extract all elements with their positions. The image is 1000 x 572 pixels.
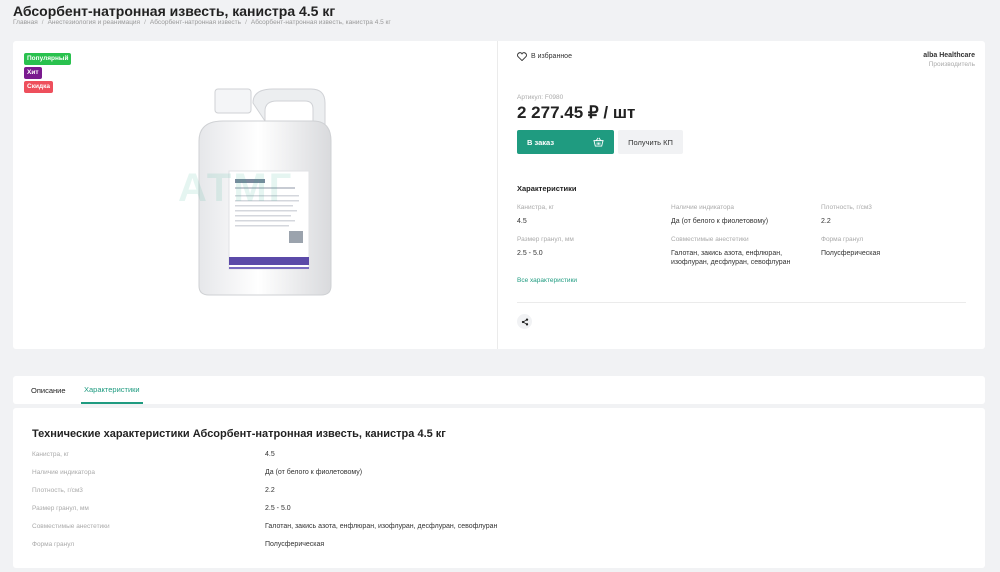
manufacturer-name[interactable]: alba Healthcare: [923, 52, 975, 59]
characteristic-label: Плотность, г/см3: [821, 204, 872, 211]
spec-row: Плотность, г/см3 2.2: [32, 487, 972, 499]
manufacturer-role: Производитель: [928, 61, 975, 68]
breadcrumb-separator: /: [245, 19, 247, 26]
breadcrumb-separator: /: [144, 19, 146, 26]
add-to-order-label: В заказ: [527, 137, 555, 147]
spec-row: Канистра, кг 4.5: [32, 451, 972, 463]
spec-label: Плотность, г/см3: [32, 487, 83, 494]
characteristic-value: Да (от белого к фиолетовому): [671, 218, 769, 225]
spec-value: 4.5: [265, 451, 275, 458]
spec-row: Наличие индикатора Да (от белого к фиоле…: [32, 469, 972, 481]
favorite-label: В избранное: [531, 53, 572, 60]
characteristic-label: Совместимые анестетики: [671, 236, 749, 243]
spec-value: Галотан, закись азота, енфлюран, изофлур…: [265, 523, 498, 530]
product-card: Популярный Хит Скидка АТМГ В избранное a…: [13, 41, 985, 349]
tab-description[interactable]: Описание: [31, 376, 66, 404]
breadcrumb: Главная / Анестезиология и реанимация / Абсо…: [13, 19, 391, 26]
breadcrumb-home[interactable]: Главная: [13, 19, 38, 26]
watermark-logo: АТМГ: [178, 166, 294, 210]
characteristics-title: Характеристики: [517, 184, 577, 193]
share-button[interactable]: [517, 314, 532, 329]
spec-label: Совместимые анестетики: [32, 523, 110, 530]
page-title: Абсорбент-натронная известь, канистра 4.…: [13, 3, 336, 19]
spec-label: Размер гранул, мм: [32, 505, 89, 512]
favorite-button[interactable]: В избранное: [517, 52, 572, 61]
characteristic-item: Совместимые анестетики Галотан, закись а…: [671, 236, 806, 267]
specs-title: Технические характеристики Абсорбент-нат…: [32, 428, 446, 440]
characteristic-item: Канистра, кг 4.5: [517, 204, 667, 226]
characteristic-item: Размер гранул, мм 2.5 - 5.0: [517, 236, 667, 258]
characteristic-label: Размер гранул, мм: [517, 236, 574, 243]
spec-row: Форма гранул Полусферическая: [32, 541, 972, 553]
characteristic-value: 2.2: [821, 218, 831, 225]
characteristic-item: Плотность, г/см3 2.2: [821, 204, 971, 226]
spec-label: Наличие индикатора: [32, 469, 96, 476]
spec-value: 2.5 - 5.0: [265, 505, 291, 512]
characteristic-item: Форма гранул Полусферическая: [821, 236, 971, 258]
tab-characteristics[interactable]: Характеристики: [81, 376, 143, 404]
breadcrumb-category[interactable]: Анестезиология и реанимация: [48, 19, 141, 26]
spec-row: Совместимые анестетики Галотан, закись а…: [32, 523, 972, 535]
price: 2 277.45 ₽ / шт: [517, 103, 636, 122]
spec-label: Канистра, кг: [32, 451, 69, 458]
spec-label: Форма гранул: [32, 541, 75, 548]
technical-specs: Технические характеристики Абсорбент-нат…: [13, 408, 985, 568]
breadcrumb-current: Абсорбент-натронная известь, канистра 4.…: [250, 19, 391, 26]
manufacturer: alba Healthcare Производитель: [923, 52, 975, 68]
badge-sale: Скидка: [24, 81, 53, 93]
tabs-bar: Описание Характеристики: [13, 376, 985, 404]
product-image-pane: Популярный Хит Скидка АТМГ: [13, 41, 498, 349]
characteristic-item: Наличие индикатора Да (от белого к фиоле…: [671, 204, 821, 226]
breadcrumb-subcategory[interactable]: Абсорбент-натронная известь: [150, 19, 241, 26]
get-quote-button[interactable]: Получить КП: [618, 130, 683, 154]
product-info-pane: В избранное alba Healthcare Производител…: [517, 41, 975, 349]
spec-value: Полусферическая: [265, 541, 325, 548]
spec-row: Размер гранул, мм 2.5 - 5.0: [32, 505, 972, 517]
article-number: Артикул: F0980: [517, 94, 564, 101]
divider: [517, 302, 966, 303]
badge-hit: Хит: [24, 67, 42, 79]
all-characteristics-link[interactable]: Все характеристики: [517, 277, 577, 284]
characteristic-value: 2.5 - 5.0: [517, 250, 543, 257]
characteristic-label: Наличие индикатора: [671, 204, 735, 211]
add-to-order-button[interactable]: В заказ: [517, 130, 614, 154]
characteristic-value: Полусферическая: [821, 250, 881, 257]
characteristic-value: Галотан, закись азота, енфлюран, изофлур…: [671, 250, 791, 266]
badges: Популярный Хит Скидка: [24, 53, 72, 95]
heart-icon: [517, 52, 527, 61]
share-icon: [521, 318, 528, 325]
basket-icon: [593, 137, 604, 147]
characteristic-label: Канистра, кг: [517, 204, 554, 211]
spec-value: 2.2: [265, 487, 275, 494]
characteristic-label: Форма гранул: [821, 236, 864, 243]
characteristic-value: 4.5: [517, 218, 527, 225]
breadcrumb-separator: /: [41, 19, 44, 26]
badge-popular: Популярный: [24, 53, 72, 65]
spec-value: Да (от белого к фиолетовому): [265, 469, 363, 476]
